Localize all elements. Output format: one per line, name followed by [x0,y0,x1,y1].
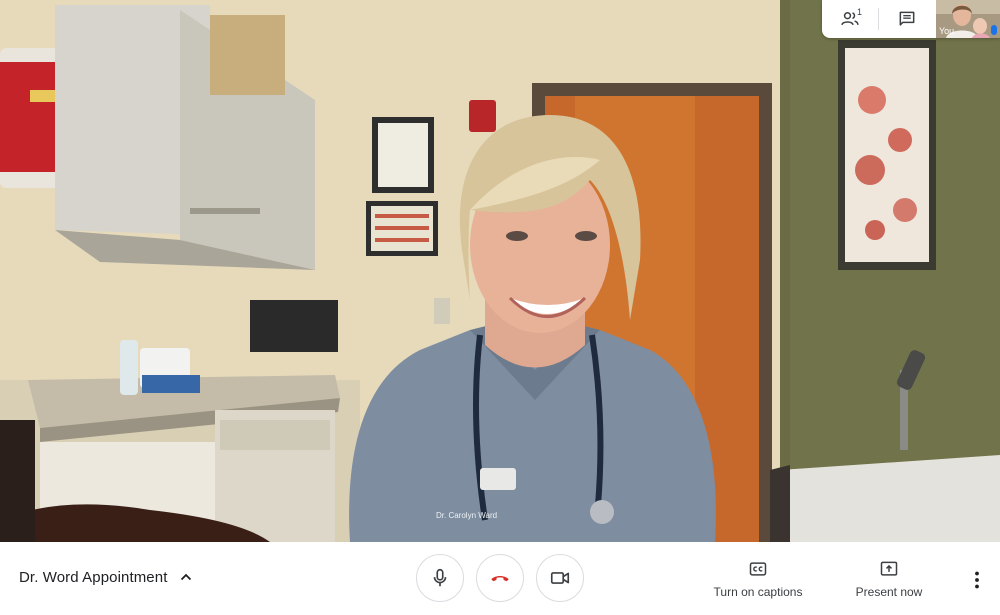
top-right-panel: 1 You [822,0,1000,38]
participants-count: 1 [857,7,863,17]
chevron-up-icon[interactable] [178,569,194,585]
more-options-button[interactable] [965,568,989,592]
self-view-label: You [939,26,955,36]
more-vertical-icon [975,571,979,589]
chat-button[interactable] [879,0,935,38]
microphone-toggle-button[interactable] [416,554,464,602]
self-view-tile[interactable]: You [936,0,1000,38]
meeting-title[interactable]: Dr. Word Appointment [19,569,167,586]
captions-button[interactable]: Turn on captions [708,559,808,599]
video-frame [0,0,1000,542]
microphone-icon [433,568,447,587]
present-label: Present now [855,585,923,599]
end-call-button[interactable] [476,554,524,602]
present-screen-icon [880,561,898,576]
scrubs-embroidery: Dr. Carolyn Ward [436,511,498,520]
chat-icon [899,11,915,26]
camera-toggle-button[interactable] [536,554,584,602]
bottom-control-bar: Dr. Word Appointment Turn on captions Pr… [0,542,1000,615]
present-now-button[interactable]: Present now [852,559,926,599]
camera-icon [550,572,570,584]
speaking-indicator [991,25,997,35]
captions-label: Turn on captions [713,585,803,599]
main-video-feed: Dr. Carolyn Ward [0,0,1000,542]
closed-captions-icon [749,562,767,576]
hang-up-icon [491,575,509,582]
participants-button[interactable]: 1 [822,0,878,38]
